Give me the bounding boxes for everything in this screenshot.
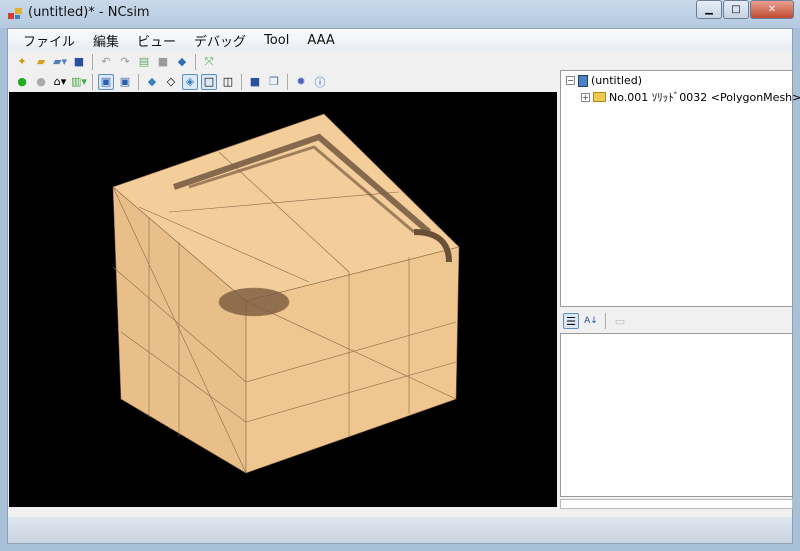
menu-debug[interactable]: デバッグ bbox=[185, 31, 255, 50]
home-icon[interactable]: ⌂▾ bbox=[52, 74, 68, 90]
menu-aaa[interactable]: AAA bbox=[298, 33, 343, 48]
client-area: ファイル 編集 ビュー デバッグ Tool AAA ✦ ▰ ▰▾ ■ ↶ ↷ ▤… bbox=[7, 28, 800, 544]
separator bbox=[92, 73, 93, 90]
stop-icon[interactable]: ■ bbox=[155, 54, 171, 70]
sort-alpha-icon[interactable]: A↓ bbox=[583, 313, 599, 329]
undo-icon[interactable]: ↶ bbox=[98, 54, 114, 70]
persp-icon[interactable]: ◫ bbox=[220, 74, 236, 90]
polygon-mesh-solid bbox=[112, 113, 460, 474]
save-icon[interactable]: ■ bbox=[71, 54, 87, 70]
box-solid2-icon[interactable]: ▣ bbox=[117, 74, 133, 90]
separator bbox=[287, 73, 288, 90]
view-toolbar: ● ● ⌂▾ ▥▾ ▣ ▣ ◆ ◇ ◈ □ ◫ ■ ❐ ✹ ⓘ bbox=[8, 71, 328, 92]
new-icon[interactable]: ✦ bbox=[14, 54, 30, 70]
separator bbox=[92, 53, 93, 70]
back-icon[interactable]: ● bbox=[14, 74, 30, 90]
redo-icon[interactable]: ↷ bbox=[117, 54, 133, 70]
menu-edit[interactable]: 編集 bbox=[84, 31, 128, 50]
python-icon[interactable]: ◆ bbox=[174, 54, 190, 70]
settings-icon[interactable]: ✹ bbox=[293, 74, 309, 90]
scene-tree: − (untitled) + No.001 ｿﾘｯﾄﾞ0032 <Polygon… bbox=[560, 70, 800, 307]
categorized-icon[interactable]: ☰ bbox=[563, 313, 579, 329]
tree-root-label: (untitled) bbox=[591, 74, 643, 87]
fit-icon[interactable]: ⤧ bbox=[201, 54, 217, 70]
shaded-icon[interactable]: ◆ bbox=[144, 74, 160, 90]
maximize-button[interactable]: □ bbox=[723, 0, 749, 19]
property-pages-icon[interactable]: ▭ bbox=[612, 313, 628, 329]
separator bbox=[241, 73, 242, 90]
document-icon bbox=[578, 74, 588, 87]
tree-mesh-label: No.001 ｿﾘｯﾄﾞ0032 <PolygonMesh> bbox=[609, 91, 800, 104]
folder-icon bbox=[593, 92, 606, 102]
collapse-icon[interactable]: − bbox=[566, 76, 575, 85]
script-icon[interactable]: ▤ bbox=[136, 54, 152, 70]
app-icon bbox=[8, 8, 22, 19]
property-description bbox=[560, 499, 793, 509]
expand-icon[interactable]: + bbox=[581, 92, 590, 102]
window-title: (untitled)* - NCsim bbox=[28, 5, 150, 20]
menu-view[interactable]: ビュー bbox=[128, 31, 185, 50]
title-bar: (untitled)* - NCsim ▁ □ ✕ bbox=[0, 0, 800, 28]
forward-icon[interactable]: ● bbox=[33, 74, 49, 90]
info-icon[interactable]: ⓘ bbox=[312, 74, 328, 90]
tree-node-root[interactable]: − (untitled) bbox=[566, 74, 642, 87]
view-dropdown-icon[interactable]: ▥▾ bbox=[71, 74, 87, 90]
front-ortho-icon[interactable]: □ bbox=[201, 73, 217, 90]
minimize-button[interactable]: ▁ bbox=[696, 0, 722, 19]
copy-icon[interactable]: ❐ bbox=[266, 74, 282, 90]
menu-file[interactable]: ファイル bbox=[14, 31, 84, 50]
open-icon[interactable]: ▰ bbox=[33, 54, 49, 70]
property-grid[interactable] bbox=[560, 333, 793, 497]
open-dropdown-icon[interactable]: ▰▾ bbox=[52, 54, 68, 70]
separator bbox=[605, 313, 606, 329]
tree-node-mesh[interactable]: + No.001 ｿﾘｯﾄﾞ0032 <PolygonMesh> bbox=[581, 89, 800, 105]
menu-bar: ファイル 編集 ビュー デバッグ Tool AAA bbox=[8, 29, 792, 51]
box-solid-icon[interactable]: ▣ bbox=[98, 73, 114, 90]
main-toolbar: ✦ ▰ ▰▾ ■ ↶ ↷ ▤ ■ ◆ ⤧ bbox=[8, 51, 217, 72]
save-image-icon[interactable]: ■ bbox=[247, 74, 263, 90]
close-button[interactable]: ✕ bbox=[750, 0, 794, 19]
separator bbox=[195, 53, 196, 70]
property-toolbar: ☰ A↓ ▭ bbox=[560, 310, 793, 332]
3d-viewport[interactable] bbox=[9, 92, 557, 507]
status-bar bbox=[8, 517, 792, 543]
separator bbox=[138, 73, 139, 90]
menu-tool[interactable]: Tool bbox=[255, 33, 298, 48]
wireframe-icon[interactable]: ◇ bbox=[163, 74, 179, 90]
shaded-wire-icon[interactable]: ◈ bbox=[182, 73, 198, 90]
